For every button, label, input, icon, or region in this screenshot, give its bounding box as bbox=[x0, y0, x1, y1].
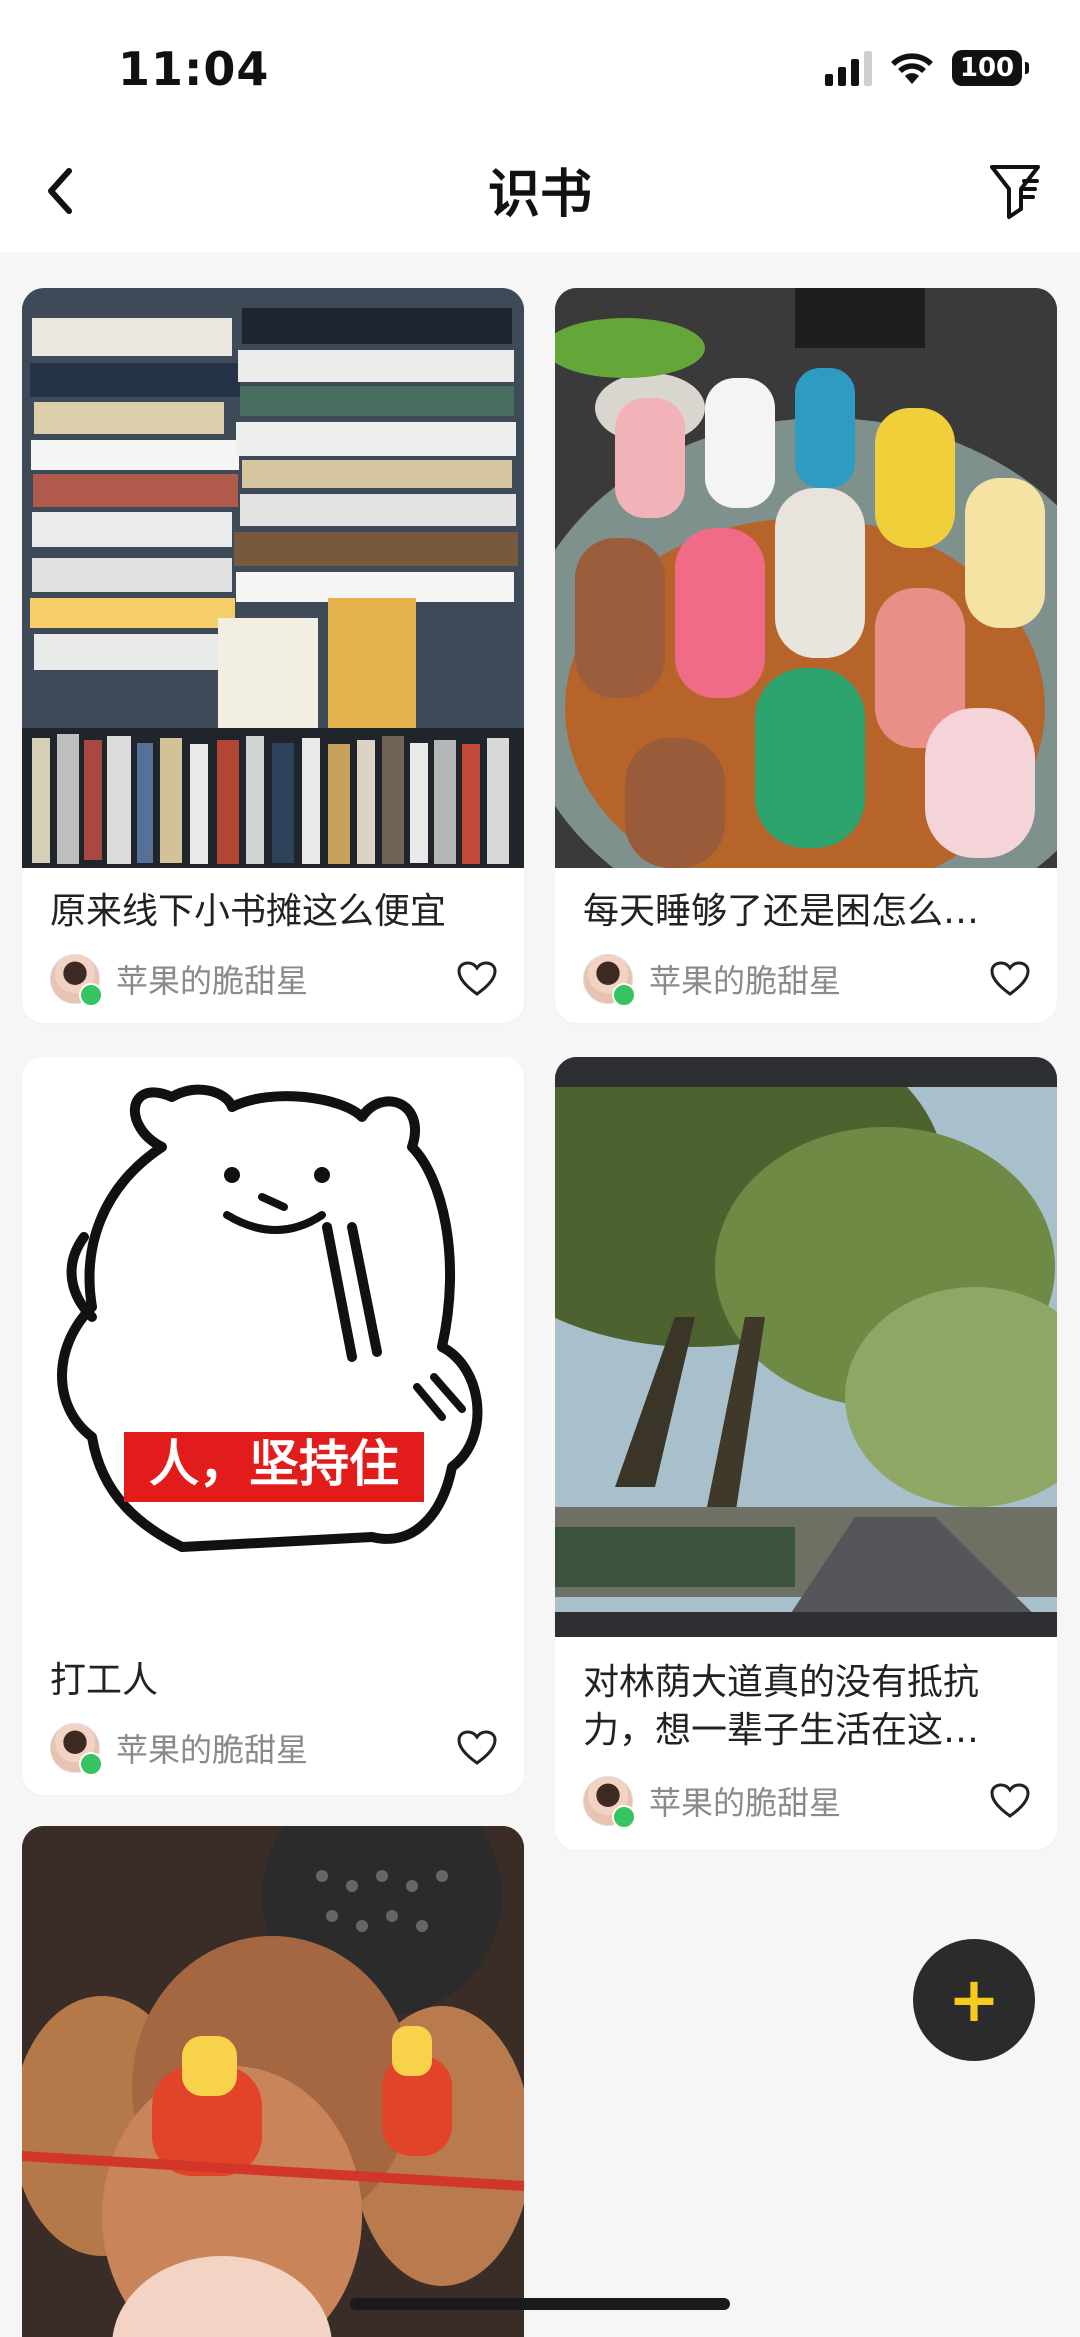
post-card[interactable]: 每天睡够了还是困怎么… 苹果的脆甜星 bbox=[555, 288, 1057, 1023]
filter-icon bbox=[990, 165, 1040, 219]
status-bar: 11:04 100 bbox=[0, 0, 1080, 130]
like-button[interactable] bbox=[987, 956, 1033, 1002]
author-name[interactable]: 苹果的脆甜星 bbox=[116, 956, 454, 1002]
post-image-bear[interactable]: 人，坚持住 bbox=[22, 1057, 524, 1637]
post-author-row: 苹果的脆甜星 bbox=[583, 1774, 1033, 1829]
bear-sticker: 人，坚持住 bbox=[22, 1057, 524, 1637]
heart-icon bbox=[457, 1730, 497, 1765]
heart-icon bbox=[990, 1783, 1030, 1818]
like-button[interactable] bbox=[454, 956, 500, 1002]
battery-level: 100 bbox=[959, 53, 1015, 83]
verified-badge-icon bbox=[79, 1752, 103, 1776]
post-card[interactable]: 人，坚持住 打工人 苹果的脆甜星 bbox=[22, 1057, 524, 1795]
cellular-signal-icon bbox=[825, 50, 872, 86]
home-indicator[interactable] bbox=[350, 2298, 730, 2310]
like-button[interactable] bbox=[987, 1778, 1033, 1824]
verified-badge-icon bbox=[79, 983, 103, 1007]
tree-road-photo bbox=[555, 1057, 1057, 1637]
author-name[interactable]: 苹果的脆甜星 bbox=[649, 956, 987, 1002]
post-card[interactable] bbox=[22, 1826, 524, 2337]
post-author-row: 苹果的脆甜星 bbox=[583, 952, 1033, 1007]
heart-icon bbox=[457, 961, 497, 996]
wifi-icon bbox=[891, 53, 933, 84]
post-title: 打工人 bbox=[50, 1660, 159, 1701]
post-card[interactable]: 原来线下小书摊这么便宜 苹果的脆甜星 bbox=[22, 288, 524, 1023]
plus-icon: + bbox=[948, 1963, 1000, 2036]
post-image-vases[interactable] bbox=[555, 288, 1057, 868]
plush-toys-photo bbox=[22, 1826, 524, 2337]
avatar[interactable] bbox=[583, 1776, 636, 1829]
post-image-plush[interactable] bbox=[22, 1826, 524, 2337]
filter-button[interactable] bbox=[980, 152, 1050, 228]
app-screen: 11:04 100 识书 原来线下小书摊这么便宜 苹果的脆甜星 每天睡够了还是困… bbox=[0, 0, 1080, 2337]
bear-caption: 人，坚持住 bbox=[149, 1435, 399, 1493]
navigation-bar: 识书 bbox=[0, 130, 1080, 252]
page-title: 识书 bbox=[487, 165, 592, 225]
add-post-button[interactable]: + bbox=[913, 1939, 1035, 2061]
like-button[interactable] bbox=[454, 1725, 500, 1771]
post-author-row: 苹果的脆甜星 bbox=[50, 1721, 500, 1776]
post-title: 每天睡够了还是困怎么… bbox=[583, 891, 980, 932]
avatar[interactable] bbox=[50, 1723, 103, 1776]
heart-icon bbox=[990, 961, 1030, 996]
avatar[interactable] bbox=[583, 954, 636, 1007]
status-indicators: 100 bbox=[825, 50, 1029, 86]
vases-photo bbox=[555, 288, 1057, 868]
verified-badge-icon bbox=[612, 983, 636, 1007]
post-card[interactable]: 对林荫大道真的没有抵抗力，想一辈子生活在这… 苹果的脆甜星 bbox=[555, 1057, 1057, 1850]
post-title: 对林荫大道真的没有抵抗力，想一辈子生活在这… bbox=[583, 1662, 980, 1751]
post-title: 原来线下小书摊这么便宜 bbox=[50, 891, 447, 932]
verified-badge-icon bbox=[612, 1805, 636, 1829]
author-name[interactable]: 苹果的脆甜星 bbox=[649, 1778, 987, 1824]
post-image-trees[interactable] bbox=[555, 1057, 1057, 1637]
books-photo bbox=[22, 288, 524, 868]
author-name[interactable]: 苹果的脆甜星 bbox=[116, 1725, 454, 1771]
battery-icon: 100 bbox=[952, 50, 1029, 86]
post-image-books[interactable] bbox=[22, 288, 524, 868]
status-time: 11:04 bbox=[118, 42, 270, 96]
avatar[interactable] bbox=[50, 954, 103, 1007]
post-author-row: 苹果的脆甜星 bbox=[50, 952, 500, 1007]
